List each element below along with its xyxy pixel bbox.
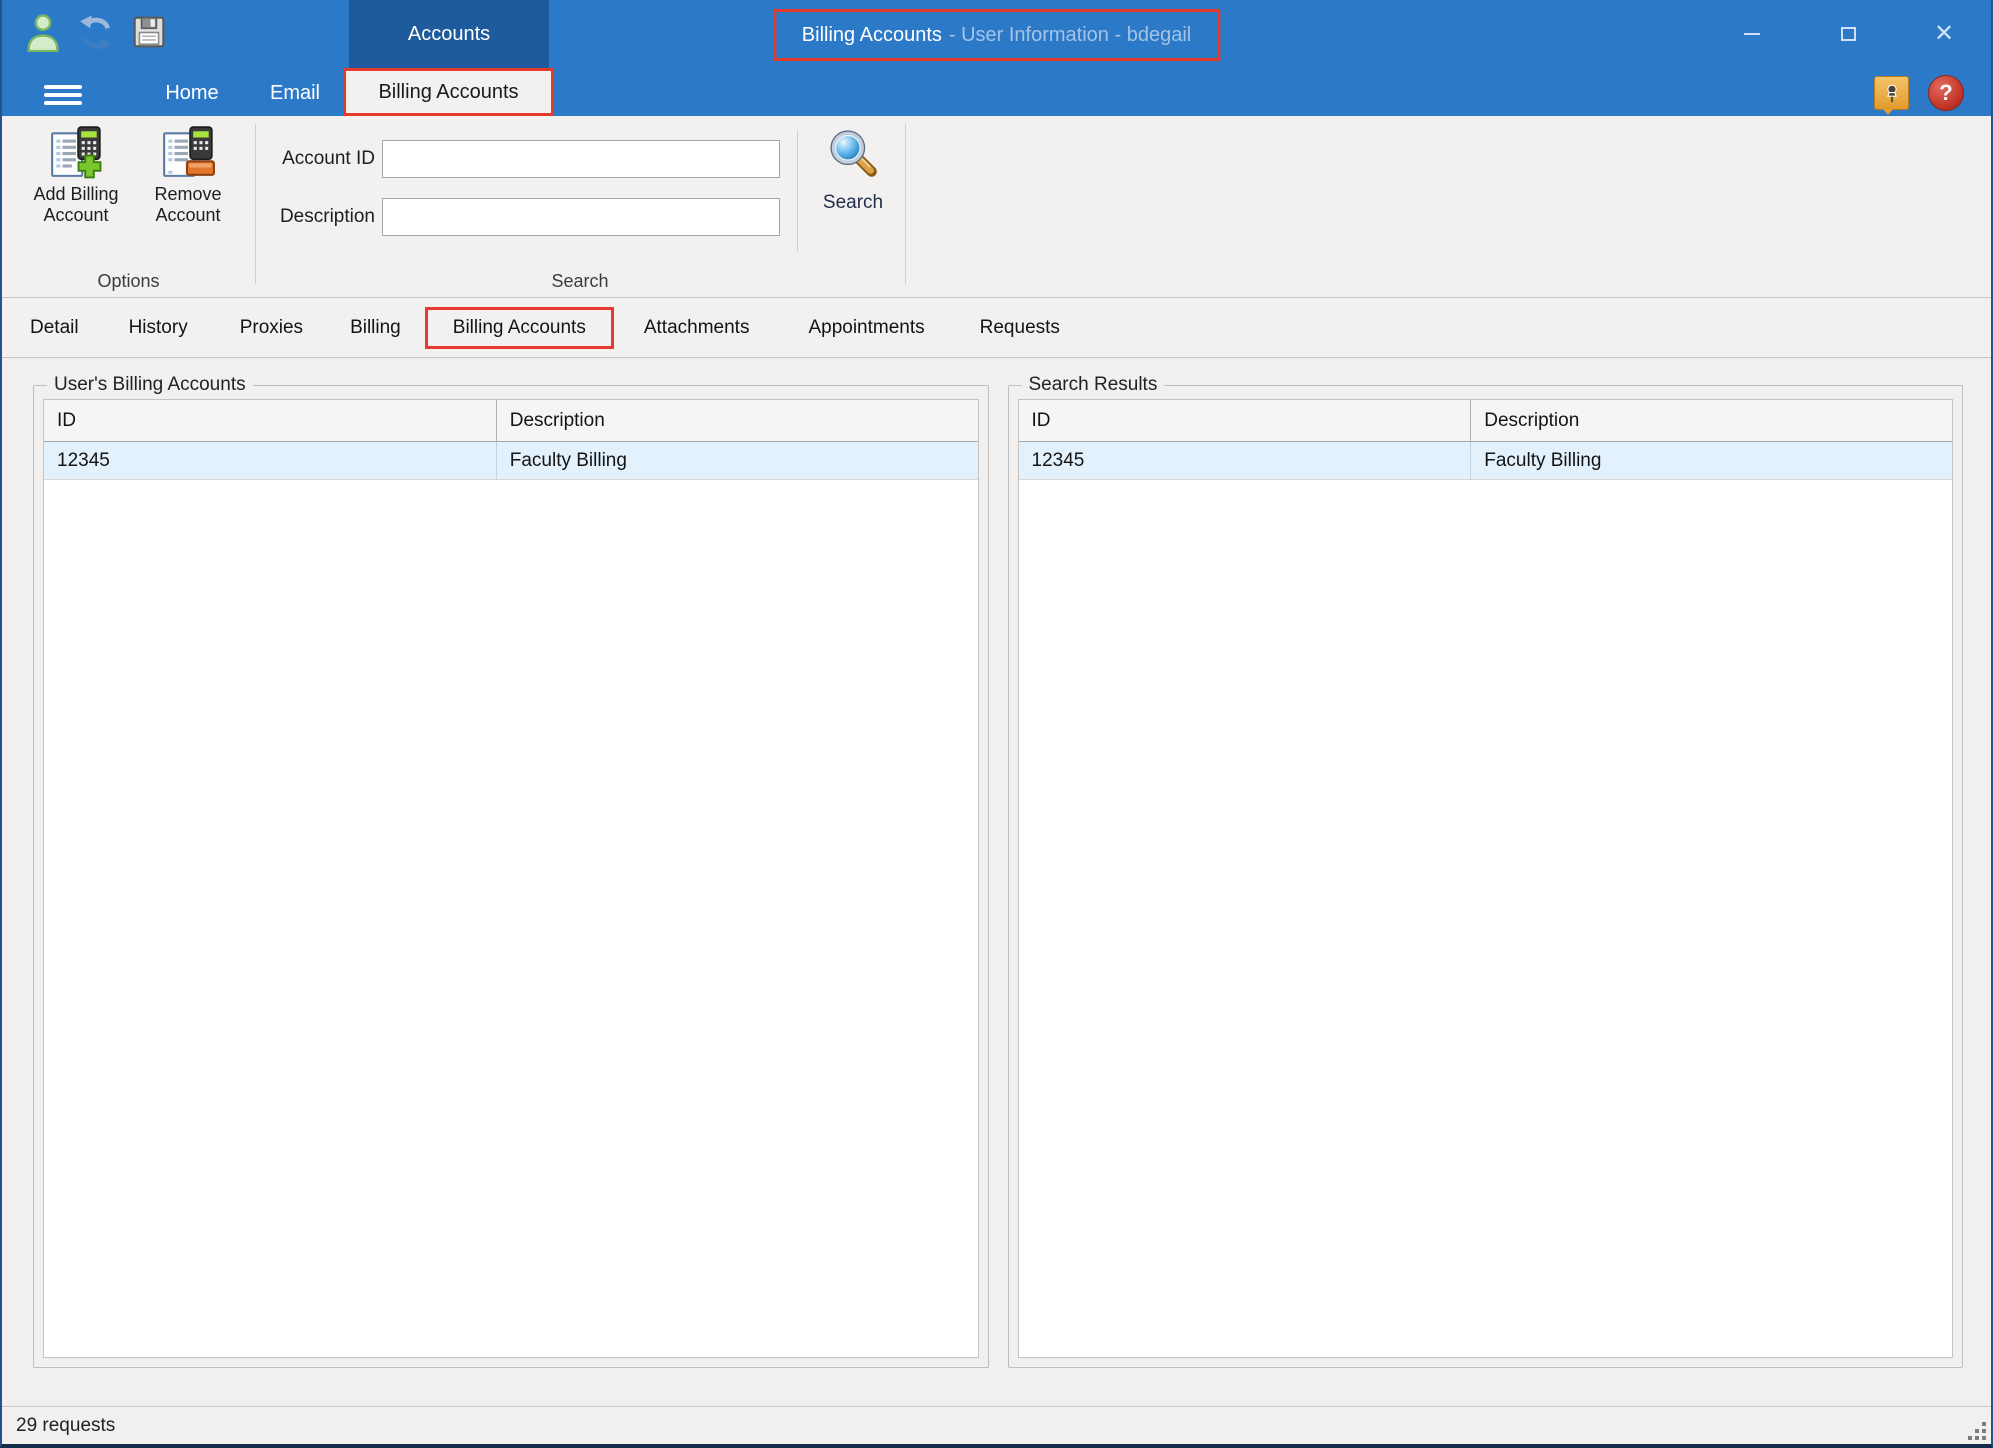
page-tab-billing[interactable]: Billing	[350, 317, 401, 339]
search-button-label: Search	[823, 192, 883, 214]
cell-id: 12345	[44, 442, 497, 479]
page-tab-detail[interactable]: Detail	[30, 317, 79, 339]
remove-account-icon	[160, 124, 216, 180]
status-text: 29 requests	[16, 1415, 115, 1437]
table-header-row: ID Description	[1019, 400, 1953, 442]
close-button[interactable]: ✕	[1927, 18, 1961, 50]
remove-account-label: Remove Account	[154, 184, 221, 226]
description-input[interactable]	[382, 198, 780, 236]
page-tab-appointments[interactable]: Appointments	[808, 317, 924, 339]
add-billing-account-label: Add Billing Account	[33, 184, 118, 226]
window-title-primary: Billing Accounts	[802, 24, 942, 47]
minimize-icon	[1744, 33, 1760, 35]
page-tab-strip: Detail History Proxies Billing Billing A…	[2, 298, 1991, 358]
hamburger-menu-icon[interactable]	[44, 85, 82, 105]
add-billing-account-icon	[48, 124, 104, 180]
main-content: User's Billing Accounts ID Description 1…	[2, 358, 1991, 1406]
save-icon[interactable]	[132, 15, 166, 49]
window-title-secondary: - User Information - bdegail	[949, 24, 1191, 47]
ribbon-tab-email[interactable]: Email	[250, 70, 340, 116]
users-billing-accounts-table: ID Description 12345 Faculty Billing	[43, 399, 979, 1358]
table-header-row: ID Description	[44, 400, 978, 442]
ribbon: Add Billing Account	[2, 116, 1991, 298]
options-group-label: Options	[2, 271, 255, 292]
pin-icon[interactable]	[1874, 76, 1909, 110]
search-results-table: ID Description 12345 Faculty Billing	[1018, 399, 1954, 1358]
account-id-input[interactable]	[382, 140, 780, 178]
column-header-id[interactable]: ID	[1019, 400, 1472, 441]
search-group-label: Search	[255, 271, 905, 292]
search-button[interactable]: Search	[801, 126, 905, 214]
column-header-description[interactable]: Description	[497, 400, 978, 441]
minimize-button[interactable]	[1735, 18, 1769, 50]
ribbon-tab-billing-accounts[interactable]: Billing Accounts	[343, 68, 554, 116]
cell-id: 12345	[1019, 442, 1472, 479]
title-bar: Accounts Billing Accounts - User Informa…	[2, 0, 1991, 116]
table-row[interactable]: 12345 Faculty Billing	[44, 442, 978, 480]
contextual-tab-accounts[interactable]: Accounts	[349, 0, 549, 68]
user-profile-icon[interactable]	[24, 12, 62, 52]
ribbon-tab-email-label: Email	[270, 82, 320, 105]
users-billing-accounts-groupbox: User's Billing Accounts ID Description 1…	[33, 385, 989, 1368]
annotation-box-window-title: Billing Accounts - User Information - bd…	[773, 9, 1220, 61]
column-header-id[interactable]: ID	[44, 400, 497, 441]
application-window: Accounts Billing Accounts - User Informa…	[0, 0, 1993, 1448]
status-bar: 29 requests	[2, 1406, 1991, 1445]
maximize-button[interactable]	[1831, 18, 1865, 50]
search-results-title: Search Results	[1022, 374, 1165, 396]
cell-description: Faculty Billing	[1471, 442, 1952, 479]
maximize-icon	[1841, 27, 1856, 41]
page-tab-proxies[interactable]: Proxies	[240, 317, 303, 339]
column-header-description[interactable]: Description	[1471, 400, 1952, 441]
page-tab-billing-accounts[interactable]: Billing Accounts	[425, 307, 614, 349]
account-id-label: Account ID	[257, 140, 375, 178]
help-icon[interactable]: ?	[1928, 75, 1964, 111]
ribbon-tab-billing-accounts-label: Billing Accounts	[378, 81, 518, 104]
remove-account-button[interactable]: Remove Account	[136, 124, 240, 226]
add-billing-account-button[interactable]: Add Billing Account	[22, 124, 130, 226]
ribbon-tab-home-label: Home	[165, 82, 218, 105]
cell-description: Faculty Billing	[497, 442, 978, 479]
page-tab-requests[interactable]: Requests	[980, 317, 1060, 339]
ribbon-separator	[905, 124, 906, 284]
refresh-sync-icon[interactable]	[76, 14, 116, 52]
contextual-tab-label: Accounts	[408, 23, 490, 46]
page-tab-attachments[interactable]: Attachments	[644, 317, 750, 339]
page-tab-history[interactable]: History	[129, 317, 188, 339]
ribbon-separator	[797, 130, 798, 252]
search-icon	[824, 126, 882, 184]
description-label: Description	[257, 198, 375, 236]
users-billing-accounts-title: User's Billing Accounts	[47, 374, 253, 396]
resize-grip[interactable]	[1968, 1422, 1986, 1440]
table-row[interactable]: 12345 Faculty Billing	[1019, 442, 1953, 480]
ribbon-tab-home[interactable]: Home	[147, 70, 237, 116]
ribbon-group-separator	[255, 124, 256, 284]
search-results-groupbox: Search Results ID Description 12345 Facu…	[1008, 385, 1964, 1368]
